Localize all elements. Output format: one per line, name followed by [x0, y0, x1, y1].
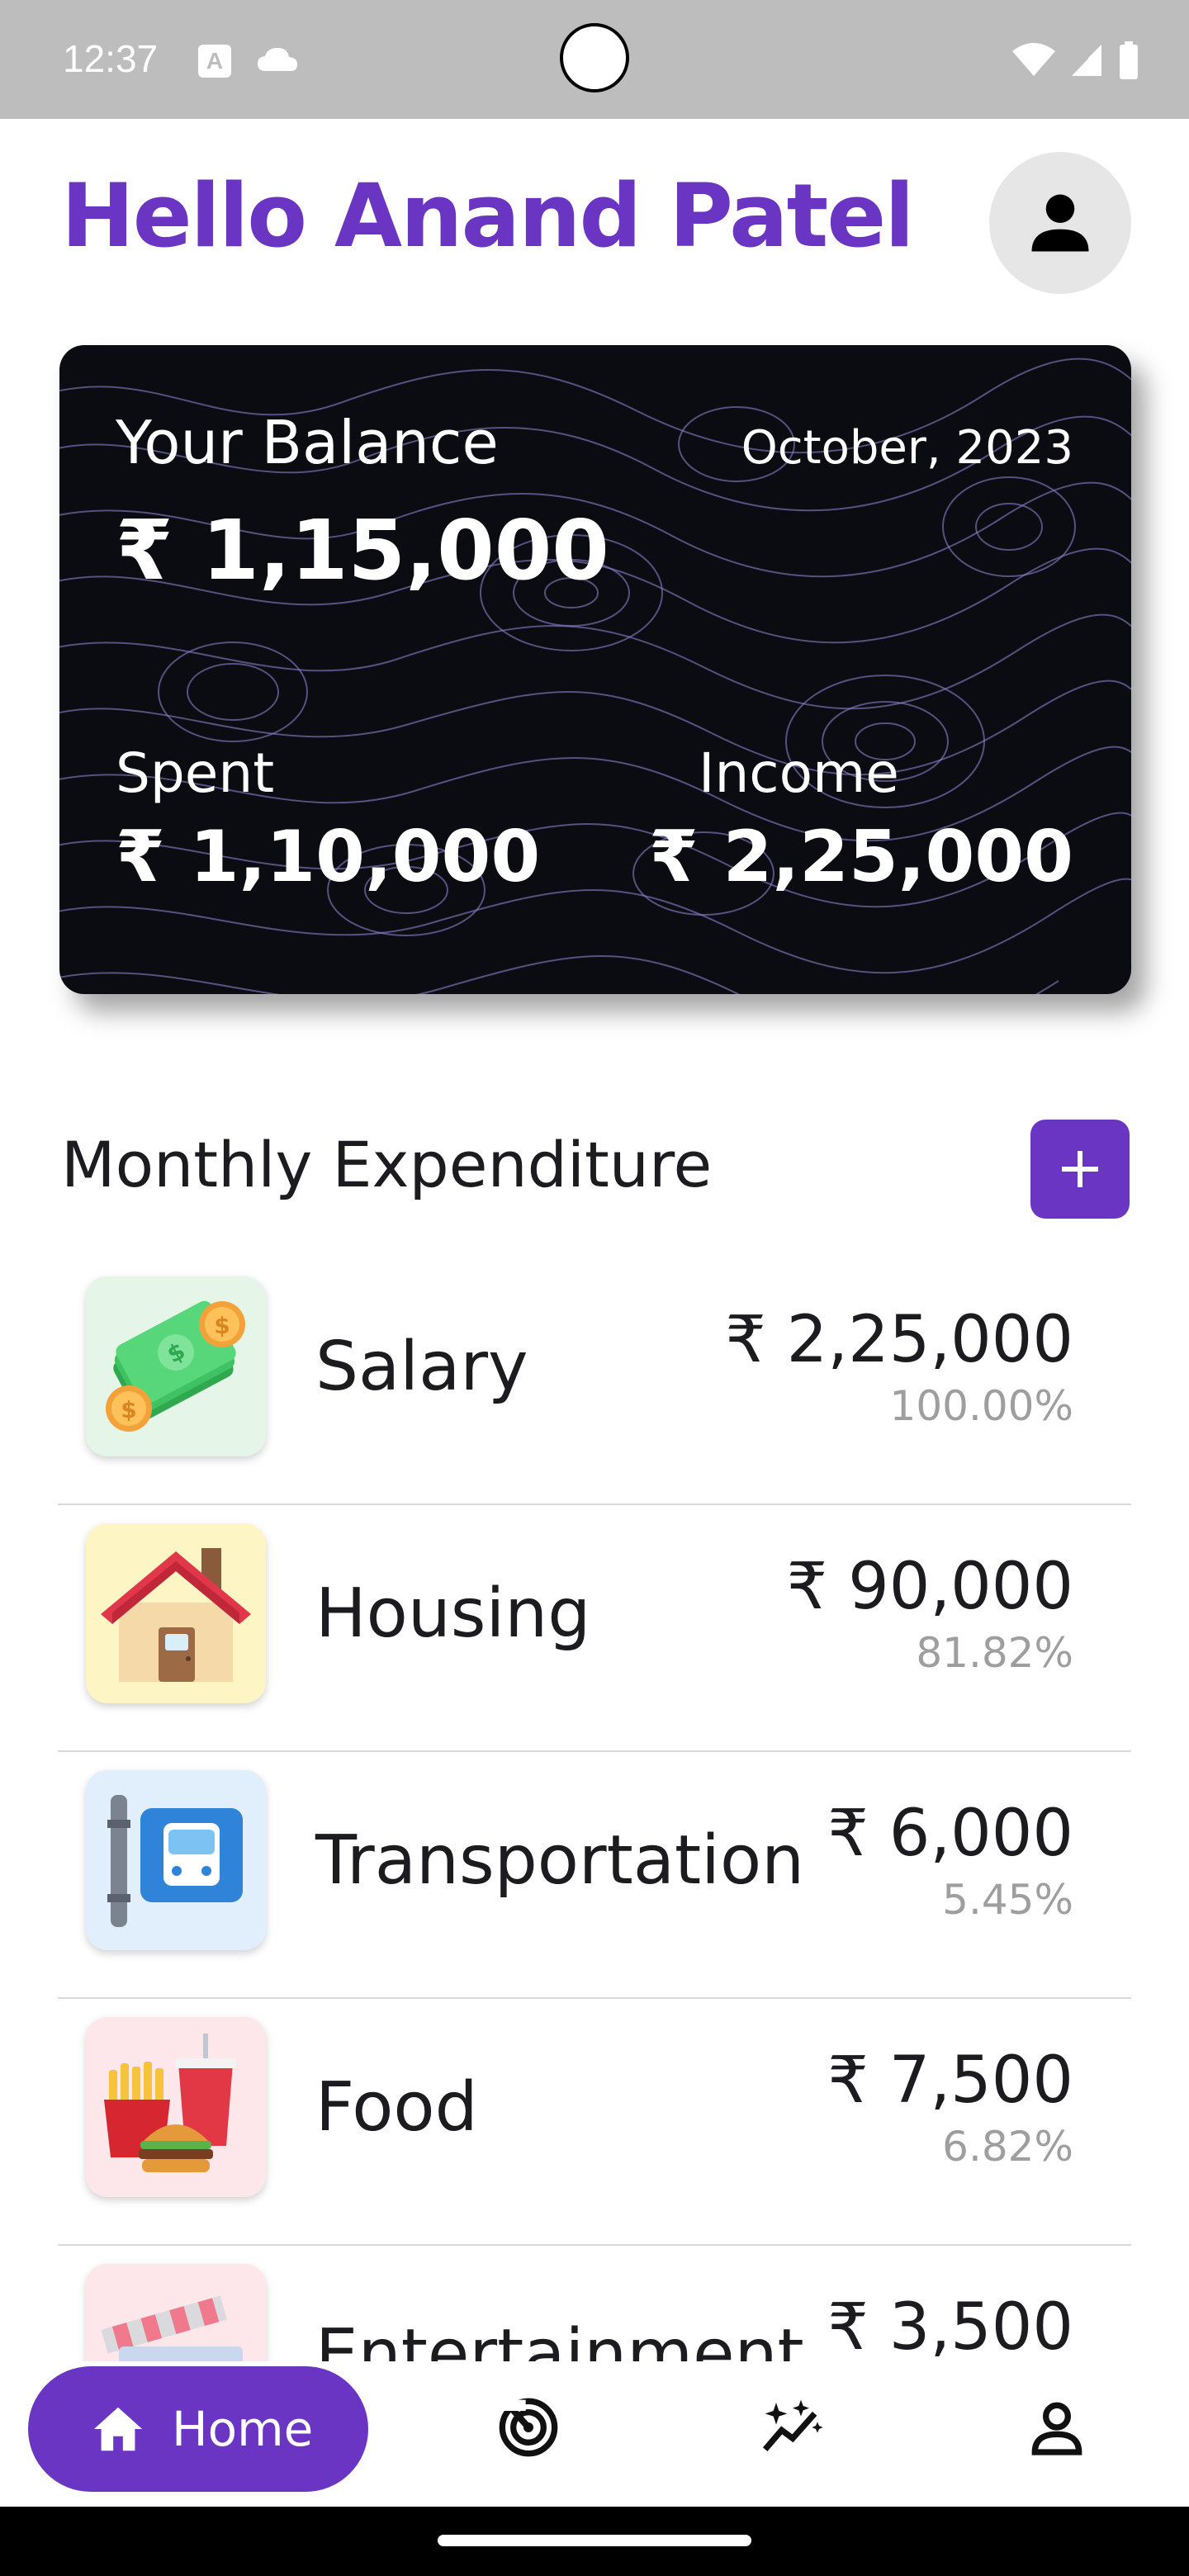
cloud-icon — [258, 48, 297, 71]
keyboard-a-icon: A — [198, 45, 231, 78]
section-title: Monthly Expenditure — [61, 1128, 713, 1201]
item-amount: ₹ 3,500 — [827, 2290, 1073, 2361]
item-amount: ₹ 6,000 — [827, 1797, 1073, 1871]
item-percent: 100.00% — [889, 1382, 1073, 1430]
item-percent: 6.82% — [942, 2123, 1073, 2171]
fast-food-icon — [86, 2017, 266, 2197]
list-item[interactable]: Entertainment ₹ 3,500 — [58, 2246, 1131, 2361]
item-percent: 81.82% — [916, 1629, 1073, 1677]
add-expense-button[interactable] — [1030, 1120, 1130, 1219]
person-outline-icon[interactable] — [1024, 2394, 1090, 2460]
svg-text:$: $ — [121, 1396, 136, 1423]
balance-label: Your Balance — [116, 408, 499, 477]
balance-date: October, 2023 — [741, 421, 1073, 475]
house-icon — [86, 1523, 266, 1703]
income-amount: ₹ 2,25,000 — [648, 816, 1073, 898]
insights-icon[interactable] — [760, 2394, 826, 2460]
list-item[interactable]: $ $ $ Salary ₹ 2,25,000 100.00% — [58, 1258, 1131, 1505]
item-name: Entertainment — [315, 2315, 804, 2361]
item-percent: 5.45% — [942, 1876, 1073, 1924]
status-time: 12:37 — [63, 37, 159, 80]
balance-amount: ₹ 1,15,000 — [116, 502, 609, 599]
item-name: Transportation — [315, 1821, 805, 1900]
bus-stop-icon — [86, 1770, 266, 1950]
home-icon — [93, 2407, 143, 2451]
list-item[interactable]: Housing ₹ 90,000 81.82% — [58, 1505, 1131, 1752]
list-item[interactable]: Food ₹ 7,500 6.82% — [58, 1999, 1131, 2246]
item-name: Housing — [315, 1574, 591, 1653]
signal-icon — [1072, 45, 1101, 76]
person-icon — [1031, 194, 1089, 252]
status-icons — [1012, 41, 1139, 79]
greeting-title: Hello Anand Patel — [61, 165, 915, 267]
spent-label: Spent — [116, 741, 275, 805]
money-icon: $ $ $ — [86, 1276, 266, 1456]
plus-icon — [1062, 1151, 1098, 1187]
bottom-navigation: Home — [0, 2361, 1189, 2507]
profile-avatar-button[interactable] — [989, 152, 1131, 294]
item-amount: ₹ 2,25,000 — [725, 1303, 1073, 1377]
camera-cutout — [560, 23, 629, 92]
spent-amount: ₹ 1,10,000 — [116, 816, 541, 898]
balance-card: Your Balance October, 2023 ₹ 1,15,000 Sp… — [59, 345, 1131, 994]
list-item[interactable]: Transportation ₹ 6,000 5.45% — [58, 1752, 1131, 1999]
gesture-handle[interactable] — [438, 2535, 751, 2546]
nav-home-label: Home — [172, 2401, 314, 2457]
expenditure-list: $ $ $ Salary ₹ 2,25,000 100.00% Housing … — [58, 1258, 1131, 2361]
item-amount: ₹ 7,500 — [827, 2043, 1073, 2118]
income-label: Income — [699, 741, 899, 805]
item-name: Salary — [315, 1328, 528, 1406]
radar-icon[interactable] — [495, 2394, 561, 2460]
item-amount: ₹ 90,000 — [786, 1550, 1073, 1624]
wifi-icon — [1012, 43, 1055, 76]
battery-icon — [1120, 41, 1138, 79]
svg-text:$: $ — [214, 1312, 230, 1339]
status-bar: 12:37 A — [0, 0, 1189, 119]
item-name: Food — [315, 2068, 478, 2147]
clapperboard-icon — [86, 2264, 266, 2361]
nav-home-button[interactable]: Home — [28, 2366, 368, 2492]
